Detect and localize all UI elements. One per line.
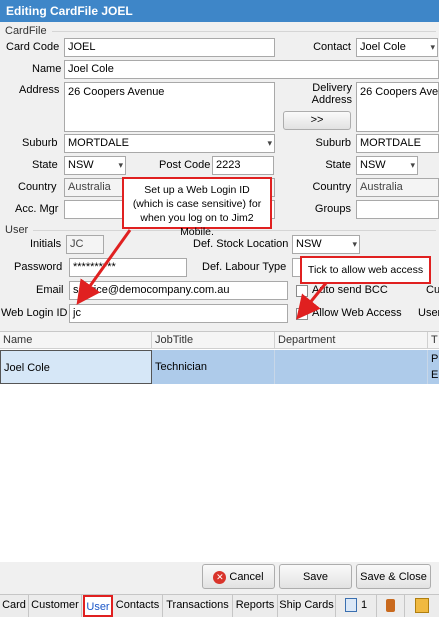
tab-documents[interactable]: [405, 595, 439, 617]
column-header-name[interactable]: Name: [0, 332, 152, 349]
tab-customer[interactable]: Customer: [29, 595, 82, 617]
cancel-label: Cancel: [229, 571, 264, 583]
documents-icon: [415, 597, 429, 613]
cancel-button[interactable]: ✕ Cancel: [202, 564, 275, 589]
cell-t-line2: E: [431, 369, 439, 381]
notes-icon: [344, 598, 357, 613]
save-close-button[interactable]: Save & Close: [356, 564, 431, 589]
user-grid[interactable]: Name JobTitle Department T Joel Cole Tec…: [0, 331, 439, 562]
cell-name[interactable]: Joel Cole: [0, 350, 152, 384]
bottom-tab-bar: Card Customer User Contacts Transactions…: [0, 594, 439, 617]
attachment-icon: [386, 598, 395, 612]
web-login-callout: Set up a Web Login ID (which is case sen…: [122, 177, 272, 238]
cell-jobtitle[interactable]: Technician: [152, 350, 275, 384]
tab-notes-count[interactable]: 1: [336, 595, 377, 617]
tab-card[interactable]: Card: [0, 595, 29, 617]
notes-count-label: 1: [360, 599, 368, 611]
cell-department[interactable]: [275, 350, 428, 384]
save-button[interactable]: Save: [279, 564, 352, 589]
cell-t[interactable]: P E: [428, 350, 439, 384]
tab-ship-cards[interactable]: Ship Cards: [278, 595, 336, 617]
web-login-arrow: [76, 229, 132, 305]
tab-attachments[interactable]: [377, 595, 405, 617]
cancel-icon: ✕: [213, 570, 227, 584]
tab-contacts[interactable]: Contacts: [113, 595, 163, 617]
tab-user[interactable]: User: [83, 595, 113, 617]
table-row[interactable]: Joel Cole Technician P E: [0, 350, 439, 384]
tab-transactions[interactable]: Transactions: [163, 595, 233, 617]
web-access-callout: Tick to allow web access: [300, 256, 431, 284]
cell-t-line1: P: [431, 353, 439, 365]
column-header-t[interactable]: T: [428, 332, 439, 349]
column-header-jobtitle[interactable]: JobTitle: [152, 332, 275, 349]
tab-reports[interactable]: Reports: [233, 595, 278, 617]
column-header-department[interactable]: Department: [275, 332, 428, 349]
web-access-arrow: [296, 282, 328, 320]
